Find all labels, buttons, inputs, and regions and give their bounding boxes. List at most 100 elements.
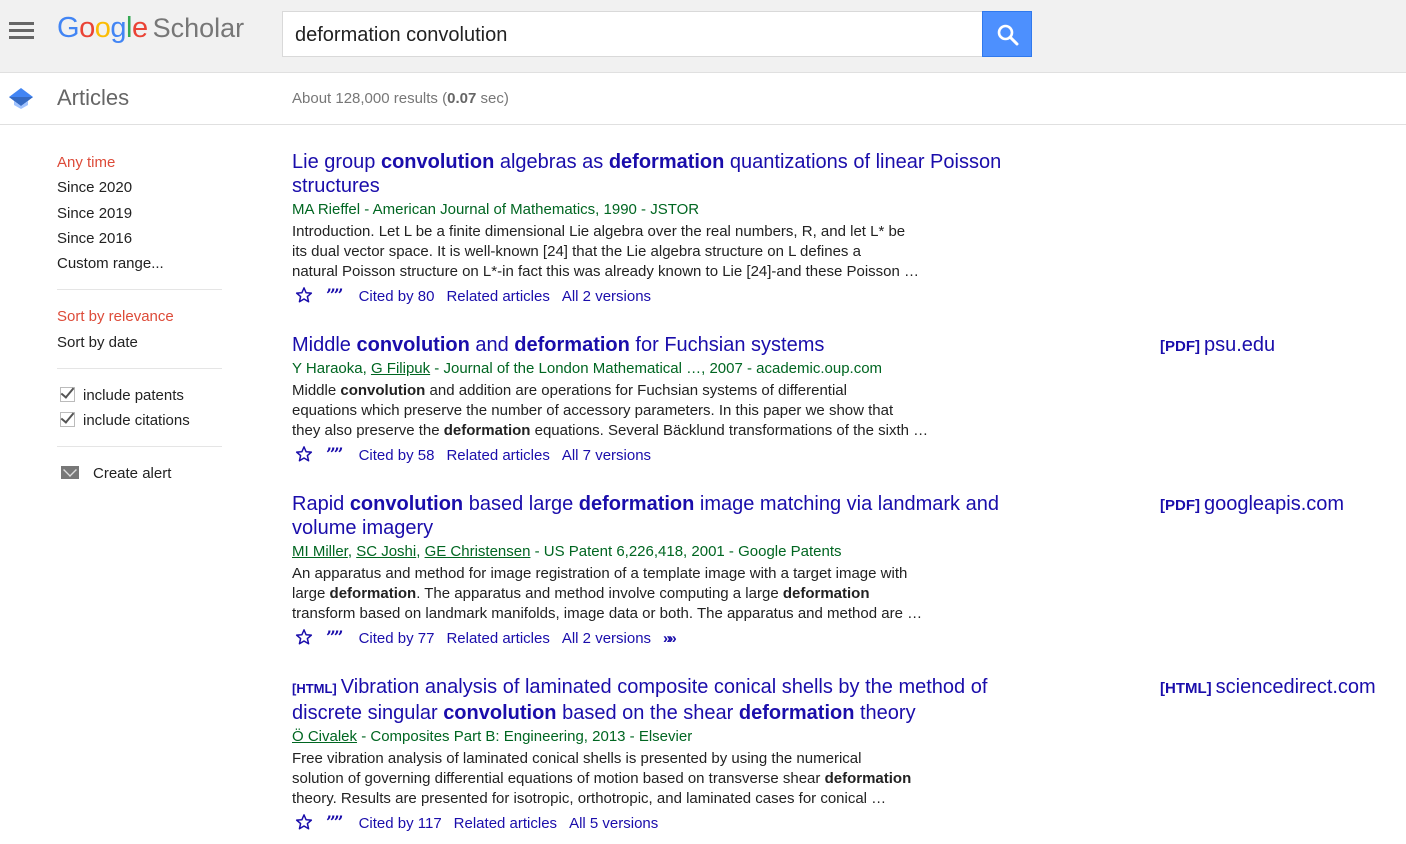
cite-quote-icon[interactable]: ””	[326, 628, 344, 648]
snippet-line: Free vibration analysis of laminated con…	[292, 749, 982, 769]
snippet-line: theory. Results are presented for isotro…	[292, 789, 982, 809]
create-alert-button[interactable]: Create alert	[57, 461, 222, 487]
author-link[interactable]: SC Joshi	[356, 543, 416, 560]
result-actions: ”” Cited by 80 Related articles All 2 versi…	[292, 286, 1402, 310]
sort-by-date[interactable]: Sort by date	[57, 330, 222, 355]
title-text: convolution	[349, 493, 464, 515]
result-snippet: Free vibration analysis of laminated con…	[292, 749, 982, 809]
fulltext-link[interactable]: [HTML] sciencedirect.com	[1160, 675, 1376, 701]
fulltext-link[interactable]: [PDF] googleapis.com	[1160, 492, 1344, 518]
logo-letter: o	[94, 12, 111, 44]
cited-by-link[interactable]: Cited by 77	[359, 630, 435, 647]
filter-since-2020[interactable]: Since 2020	[57, 175, 222, 200]
snippet-text: Free vibration analysis of laminated con…	[292, 750, 862, 767]
result-snippet: Middle convolution and addition are oper…	[292, 381, 982, 441]
result-actions: ”” Cited by 58 Related articles All 7 versi…	[292, 445, 1402, 469]
search-input[interactable]	[293, 12, 977, 58]
sidebar: Any time Since 2020 Since 2019 Since 201…	[57, 150, 222, 487]
result-title-link[interactable]: Middle convolution and deformation for F…	[292, 333, 1052, 357]
all-versions-link[interactable]: All 2 versions	[562, 630, 651, 647]
result-title-link[interactable]: Lie group convolution algebras as deform…	[292, 150, 1052, 198]
snippet-line: Introduction. Let L be a finite dimensio…	[292, 222, 982, 242]
google-scholar-logo[interactable]: Google Scholar	[57, 12, 244, 48]
results-count-prefix: About 128,000 results (	[292, 90, 448, 107]
star-icon[interactable]	[295, 445, 313, 469]
result-meta: Ö Civalek - Composites Part B: Engineeri…	[292, 727, 1402, 747]
include-citations-checkbox[interactable]: include citations	[57, 408, 222, 433]
more-chevron-icon[interactable]: »»	[663, 629, 677, 649]
cite-quote-icon[interactable]: ””	[326, 813, 344, 833]
result-title-link[interactable]: [HTML] Vibration analysis of laminated co…	[292, 675, 1052, 725]
result-meta: MI Miller, SC Joshi, GE Christensen - US…	[292, 542, 1402, 562]
result-item: Rapid convolution based large deformatio…	[292, 492, 1402, 652]
related-articles-link[interactable]: Related articles	[446, 288, 549, 305]
related-articles-link[interactable]: Related articles	[454, 815, 557, 832]
cited-by-link[interactable]: Cited by 58	[359, 447, 435, 464]
search-box	[282, 11, 982, 58]
cited-by-link[interactable]: Cited by 117	[359, 815, 442, 832]
snippet-text: . The apparatus and method involve compu…	[416, 585, 783, 602]
title-text: theory	[854, 702, 916, 724]
title-text: Lie group	[292, 151, 381, 173]
html-tag: [HTML]	[292, 681, 337, 696]
related-articles-link[interactable]: Related articles	[446, 447, 549, 464]
snippet-text: natural Poisson structure on L*-in fact …	[292, 263, 920, 280]
snippet-line: Middle convolution and addition are oper…	[292, 381, 982, 401]
snippet-text: deformation	[443, 422, 531, 439]
section-label[interactable]: Articles	[57, 85, 129, 111]
sub-header: Articles About 128,000 results (0.07 sec…	[0, 73, 1406, 125]
filter-custom-range[interactable]: Custom range...	[57, 251, 222, 276]
author-link[interactable]: MI Miller	[292, 543, 348, 560]
fulltext-domain: psu.edu	[1204, 334, 1276, 356]
title-text: convolution	[380, 151, 495, 173]
snippet-line: An apparatus and method for image regist…	[292, 564, 982, 584]
all-versions-link[interactable]: All 7 versions	[562, 447, 651, 464]
title-text: convolution	[443, 702, 557, 724]
fulltext-link[interactable]: [PDF] psu.edu	[1160, 333, 1275, 359]
include-patents-checkbox[interactable]: include patents	[57, 383, 222, 408]
search-button[interactable]	[982, 11, 1032, 57]
publication-info: - American Journal of Mathematics, 1990 …	[360, 201, 700, 218]
snippet-line: large deformation. The apparatus and met…	[292, 584, 982, 604]
author-link[interactable]: G Filipuk	[371, 360, 430, 377]
snippet-line: its dual vector space. It is well-known …	[292, 242, 982, 262]
snippet-text: deformation	[824, 770, 912, 787]
hamburger-menu-icon[interactable]	[9, 22, 34, 40]
checkbox-icon[interactable]	[60, 387, 75, 403]
snippet-text: equations. Several Bäcklund transformati…	[530, 422, 929, 439]
cite-quote-icon[interactable]: ””	[326, 445, 344, 465]
related-articles-link[interactable]: Related articles	[446, 630, 549, 647]
filter-since-2016[interactable]: Since 2016	[57, 226, 222, 251]
result-item: [HTML] Vibration analysis of laminated co…	[292, 675, 1402, 837]
graduation-cap-icon[interactable]	[8, 86, 34, 110]
result-item: Lie group convolution algebras as deform…	[292, 150, 1402, 310]
star-icon[interactable]	[295, 813, 313, 837]
cited-by-link[interactable]: Cited by 80	[359, 288, 435, 305]
all-versions-link[interactable]: All 5 versions	[569, 815, 658, 832]
author-link[interactable]: Ö Civalek	[292, 728, 357, 745]
snippet-text: deformation	[329, 585, 417, 602]
publication-info: - Composites Part B: Engineering, 2013 -…	[357, 728, 693, 745]
create-alert-label: Create alert	[93, 465, 172, 483]
star-icon[interactable]	[295, 286, 313, 310]
snippet-text: solution of governing differential equat…	[292, 770, 825, 787]
logo-google-text: Google	[57, 12, 148, 44]
author-link[interactable]: GE Christensen	[425, 543, 531, 560]
snippet-line: transform based on landmark manifolds, i…	[292, 604, 982, 624]
snippet-text: deformation	[782, 585, 870, 602]
sort-by-relevance[interactable]: Sort by relevance	[57, 304, 222, 329]
snippet-text: convolution	[340, 382, 426, 399]
publication-info: - Journal of the London Mathematical …, …	[430, 360, 883, 377]
fulltext-tag: [PDF]	[1160, 338, 1200, 355]
filter-any-time[interactable]: Any time	[57, 150, 222, 175]
result-title-link[interactable]: Rapid convolution based large deformatio…	[292, 492, 1052, 540]
top-header: Google Scholar	[0, 0, 1406, 73]
cite-quote-icon[interactable]: ””	[326, 286, 344, 306]
all-versions-link[interactable]: All 2 versions	[562, 288, 651, 305]
results-time: 0.07	[447, 90, 477, 107]
checkbox-icon[interactable]	[60, 412, 75, 428]
filter-since-2019[interactable]: Since 2019	[57, 201, 222, 226]
star-icon[interactable]	[295, 628, 313, 652]
results-count: About 128,000 results (0.07 sec)	[292, 90, 509, 107]
snippet-text: Middle	[292, 382, 341, 399]
